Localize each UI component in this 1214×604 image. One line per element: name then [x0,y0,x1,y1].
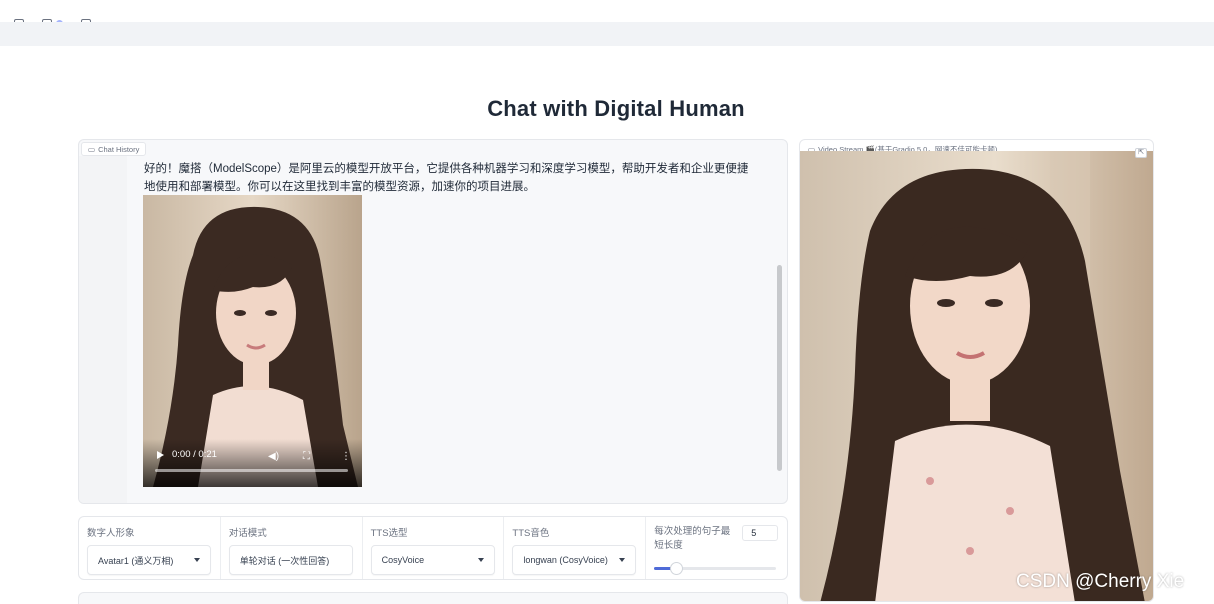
chat-icon: ▭ [88,144,96,154]
more-options-icon[interactable]: ⋮ [341,451,351,462]
chat-message-text: 好的！魔搭（ModelScope）是阿里云的模型开放平台，它提供各种机器学习和深… [144,163,749,193]
chat-history-label: ▭ Chat History [81,142,147,156]
sentence-length-label: 每次处理的句子最短长度 [654,526,731,551]
tts-model-dropdown[interactable]: CosyVoice [370,545,495,575]
avatar-label: 数字人形象 [87,528,135,539]
slider-thumb[interactable] [670,562,684,575]
tts-model-control: TTS选型 CosyVoice [363,517,505,579]
chevron-down-icon [477,558,484,562]
volume-icon[interactable]: ◀) [268,451,279,462]
sentence-length-input[interactable]: 5 [742,525,779,541]
mode-dropdown[interactable]: 单轮对话 (一次性回答) [228,545,353,575]
seek-bar[interactable] [155,469,348,472]
sentence-length-slider[interactable] [654,562,777,575]
video-stream-frame [800,151,1153,601]
mode-label: 对话模式 [228,528,267,539]
video-controls: 0:00 / 0:21 ◀) ⛶ ⋮ [143,439,362,487]
bottom-panel-edge [78,592,788,604]
header-band [0,22,1214,46]
tts-voice-control: TTS音色 longwan (CosyVoice) [504,517,647,579]
page-title: Chat with Digital Human [487,96,745,121]
video-time: 0:00 / 0:21 [172,449,217,460]
chevron-down-icon [194,558,200,562]
avatar-portrait [800,151,1153,601]
chat-gutter [79,156,127,503]
chevron-down-icon [619,558,626,562]
video-stream-panel: ▭ Video Stream 🎬(基于Gradio 5.0，网速不佳可能卡顿) [799,139,1154,602]
chat-video-player[interactable]: 0:00 / 0:21 ◀) ⛶ ⋮ [143,195,362,487]
sentence-length-control: 每次处理的句子最短长度 5 [646,517,787,579]
share-icon[interactable]: ⇱ [1135,148,1147,158]
settings-row: 数字人形象 Avatar1 (通义万相) 对话模式 单轮对话 (一次性回答) T… [78,516,788,580]
chat-scrollbar[interactable] [777,265,782,471]
mode-control: 对话模式 单轮对话 (一次性回答) [221,517,363,579]
watermark: CSDN @Cherry Xie [1016,571,1185,592]
tts-voice-dropdown[interactable]: longwan (CosyVoice) [512,545,637,575]
chat-history-panel: ▭ Chat History 好的！魔搭（ModelScope）是阿里云的模型开… [78,139,788,504]
tts-model-label: TTS选型 [370,528,408,539]
play-icon[interactable] [157,450,164,459]
fullscreen-icon[interactable]: ⛶ [303,451,310,462]
avatar-control: 数字人形象 Avatar1 (通义万相) [79,517,221,579]
tts-voice-label: TTS音色 [512,528,550,539]
top-toolbar [0,0,1214,22]
avatar-dropdown[interactable]: Avatar1 (通义万相) [87,545,211,575]
